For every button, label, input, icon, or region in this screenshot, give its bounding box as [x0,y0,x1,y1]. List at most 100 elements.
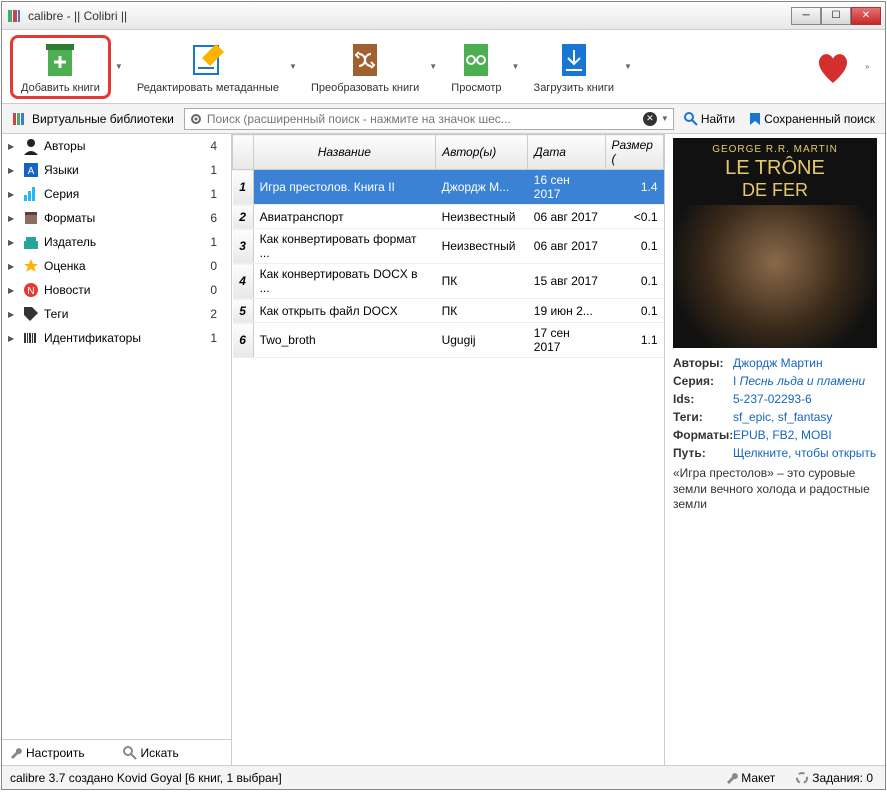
lang-icon: A [22,161,40,179]
saved-search-button[interactable]: Сохраненный поиск [745,110,879,128]
maximize-button[interactable]: ☐ [821,7,851,25]
main-toolbar: Добавить книги ▼ Редактировать метаданны… [2,30,885,104]
cell-size: 0.1 [605,229,663,264]
spinner-icon [795,771,809,785]
row-number: 1 [233,170,254,205]
table-row[interactable]: 4Как конвертировать DOCX в ...ПК15 авг 2… [233,264,664,299]
edit-metadata-dropdown[interactable]: ▼ [289,62,301,71]
cell-size: <0.1 [605,205,663,229]
search-dropdown[interactable]: ▼ [661,114,669,123]
minimize-button[interactable]: ─ [791,7,821,25]
table-row[interactable]: 1Игра престолов. Книга IIДжордж М...16 с… [233,170,664,205]
download-books-dropdown[interactable]: ▼ [624,62,636,71]
label-authors: Авторы: [673,356,733,370]
sidebar-item-label: Серия [44,187,210,201]
download-books-button[interactable]: Загрузить книги [528,38,620,96]
link-path[interactable]: Щелкните, чтобы открыть [733,446,876,460]
cell-size: 0.1 [605,299,663,323]
svg-text:A: A [28,166,35,177]
find-button[interactable]: Найти [680,110,739,128]
convert-books-button[interactable]: Преобразовать книги [305,38,425,96]
content-area: ▶Авторы4▶AЯзыки1▶Серия1▶Форматы6▶Издател… [2,134,885,765]
gear-icon[interactable] [189,112,203,126]
bookmark-icon [749,112,761,126]
cell-title: Как конвертировать формат ... [253,229,435,264]
link-author[interactable]: Джордж Мартин [733,356,823,370]
search-input[interactable] [207,112,639,126]
sidebar-item[interactable]: ▶Издатель1 [2,230,231,254]
toolbar-overflow[interactable]: » [865,62,877,71]
cell-title: Игра престолов. Книга II [253,170,435,205]
view-dropdown[interactable]: ▼ [512,62,524,71]
sidebar-item[interactable]: ▶Идентификаторы1 [2,326,231,350]
col-num[interactable] [233,135,254,170]
add-books-icon [40,40,80,80]
search-icon [684,112,698,126]
edit-metadata-button[interactable]: Редактировать метаданные [131,38,285,96]
virtual-libraries-button[interactable]: Виртуальные библиотеки [8,109,178,129]
edit-icon [188,40,228,80]
cell-date: 19 июн 2... [528,299,605,323]
sidebar-footer: Настроить Искать [2,739,231,765]
status-bar: calibre 3.7 создано Kovid Goyal [6 книг,… [2,765,885,789]
cell-title: Авиатранспорт [253,205,435,229]
link-tags[interactable]: sf_epic, sf_fantasy [733,410,832,424]
sidebar-item[interactable]: ▶Серия1 [2,182,231,206]
sidebar-item-count: 1 [210,187,225,201]
cell-author: ПК [436,264,528,299]
link-ids[interactable]: 5-237-02293-6 [733,392,812,406]
expand-icon: ▶ [8,262,18,271]
link-formats[interactable]: EPUB, FB2, MOBI [733,428,832,442]
wrench-icon [724,771,738,785]
close-button[interactable]: ✕ [851,7,881,25]
clear-search-icon[interactable]: ✕ [643,112,657,126]
cell-title: Two_broth [253,323,435,358]
search-categories-button[interactable]: Искать [117,746,232,760]
star-icon [22,257,40,275]
jobs-button[interactable]: Задания: 0 [791,769,877,787]
add-books-button[interactable]: Добавить книги [10,35,111,99]
cell-date: 16 сен 2017 [528,170,605,205]
add-books-dropdown[interactable]: ▼ [115,62,127,71]
sidebar-item-count: 2 [210,307,225,321]
sidebar-item[interactable]: ▶Оценка0 [2,254,231,278]
configure-button[interactable]: Настроить [2,746,117,760]
sidebar-item[interactable]: ▶Авторы4 [2,134,231,158]
sidebar-item[interactable]: ▶Форматы6 [2,206,231,230]
svg-text:N: N [27,286,34,297]
expand-icon: ▶ [8,310,18,319]
table-row[interactable]: 6Two_brothUgugij17 сен 20171.1 [233,323,664,358]
link-series[interactable]: Песнь льда и пламени [740,374,865,388]
donate-icon[interactable] [813,49,853,85]
expand-icon: ▶ [8,286,18,295]
label-series: Серия: [673,374,733,388]
sidebar-item-label: Форматы [44,211,210,225]
layout-button[interactable]: Макет [720,769,779,787]
tag-icon [22,305,40,323]
col-title[interactable]: Название [253,135,435,170]
book-cover[interactable]: GEORGE R.R. MARTIN LE TRÔNE DE FER [673,138,877,348]
expand-icon: ▶ [8,166,18,175]
col-date[interactable]: Дата [528,135,605,170]
label-path: Путь: [673,446,733,460]
col-author[interactable]: Автор(ы) [436,135,528,170]
cell-date: 06 авг 2017 [528,229,605,264]
book-table[interactable]: Название Автор(ы) Дата Размер ( 1Игра пр… [232,134,665,765]
download-icon [554,40,594,80]
sidebar-item-count: 0 [210,259,225,273]
label-tags: Теги: [673,410,733,424]
col-size[interactable]: Размер ( [605,135,663,170]
table-row[interactable]: 5Как открыть файл DOCXПК19 июн 2...0.1 [233,299,664,323]
sidebar-item[interactable]: ▶AЯзыки1 [2,158,231,182]
view-button[interactable]: Просмотр [445,38,507,96]
window-title: calibre - || Colibri || [28,9,791,23]
sidebar-item[interactable]: ▶NНовости0 [2,278,231,302]
table-row[interactable]: 3Как конвертировать формат ...Неизвестны… [233,229,664,264]
sidebar-item[interactable]: ▶Теги2 [2,302,231,326]
sidebar-item-label: Издатель [44,235,210,249]
table-row[interactable]: 2АвиатранспортНеизвестный06 авг 2017<0.1 [233,205,664,229]
convert-books-dropdown[interactable]: ▼ [429,62,441,71]
library-icon [12,111,28,127]
cell-author: Неизвестный [436,229,528,264]
cell-size: 1.1 [605,323,663,358]
